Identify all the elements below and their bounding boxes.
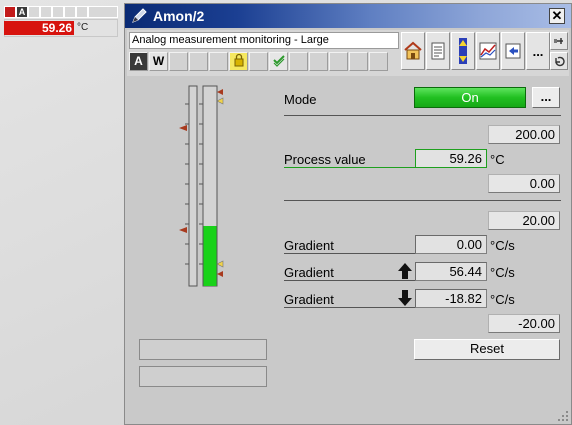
title-bar[interactable]: Amon/2 ✕ (125, 4, 571, 28)
mode-more-button[interactable]: ... (532, 87, 560, 108)
more-label: ... (532, 43, 544, 59)
window-title: Amon/2 (153, 8, 205, 24)
status-cell (52, 6, 64, 18)
process-low-limit-field[interactable]: 0.00 (488, 174, 560, 193)
gradient-down-unit: °C/s (490, 292, 515, 307)
document-icon (431, 42, 445, 60)
process-value-underline (284, 167, 416, 168)
gradient-unit: °C/s (490, 238, 515, 253)
more-views-button[interactable]: ... (526, 32, 550, 70)
gradient-lower-limit-field[interactable]: -20.00 (488, 314, 560, 333)
gradient-up-unit: °C/s (490, 265, 515, 280)
empty-status-box (139, 366, 267, 387)
mini-unit: °C (77, 22, 89, 33)
checkmark-icon (269, 52, 288, 71)
faceplate-link-button[interactable] (501, 32, 525, 70)
trend-view-button[interactable] (476, 32, 500, 70)
auto-status-badge: A (129, 52, 148, 71)
restore-button[interactable] (550, 52, 568, 70)
status-slot (289, 52, 308, 71)
home-icon (404, 41, 422, 60)
gradient-upper-limit-field[interactable]: 20.00 (488, 211, 560, 230)
gradient-high-marker (179, 125, 187, 131)
gradient-label: Gradient (284, 238, 334, 253)
gradient-low-marker (179, 227, 187, 233)
status-cell (76, 6, 88, 18)
arrow-down-icon (398, 290, 412, 306)
status-slot (309, 52, 328, 71)
w-status-badge: W (149, 52, 168, 71)
close-button[interactable]: ✕ (549, 8, 565, 24)
lock-icon (229, 52, 248, 71)
status-slot (189, 52, 208, 71)
mode-on-button[interactable]: On (414, 87, 526, 108)
undo-icon (555, 56, 565, 67)
status-cell (40, 6, 52, 18)
process-low-alarm-marker (217, 271, 223, 277)
description-field: Analog measurement monitoring - Large (129, 32, 399, 49)
process-high-limit-field[interactable]: 200.00 (488, 125, 560, 144)
status-cell (28, 6, 40, 18)
gradient-down-value-field: -18.82 (415, 289, 487, 308)
gradient-up-label: Gradient (284, 265, 334, 280)
resize-grip-icon[interactable] (555, 408, 569, 422)
mode-label: Mode (284, 92, 317, 107)
faceplate-window: Amon/2 ✕ Analog measurement monitoring -… (124, 3, 572, 425)
limit-markers (179, 89, 224, 277)
pin-button[interactable] (550, 32, 568, 50)
limits-icon (459, 38, 467, 64)
home-view-button[interactable] (401, 32, 425, 70)
process-value-unit: °C (490, 152, 505, 167)
gradient-value-field: 0.00 (415, 235, 487, 254)
status-slot (349, 52, 368, 71)
trend-icon (479, 42, 497, 60)
status-slot (369, 52, 388, 71)
divider (284, 200, 561, 201)
pin-icon (554, 38, 563, 44)
divider (284, 115, 561, 116)
parameter-view-button[interactable] (426, 32, 450, 70)
process-value-field: 59.26 (415, 149, 487, 168)
process-high-warning-marker (216, 97, 224, 105)
status-slot (249, 52, 268, 71)
navigate-left-icon (505, 43, 521, 59)
status-cell (88, 6, 118, 18)
pen-icon (132, 8, 147, 23)
divider (284, 253, 416, 254)
limits-view-button[interactable] (451, 32, 475, 70)
gradient-down-label: Gradient (284, 292, 334, 307)
auto-mode-badge: A (16, 6, 28, 18)
divider (284, 307, 416, 308)
process-high-alarm-marker (217, 89, 223, 95)
status-slot (169, 52, 188, 71)
mini-process-value: 59.26 (4, 21, 74, 35)
alarm-indicator (4, 6, 16, 18)
process-low-warning-marker (216, 260, 224, 268)
status-cell (64, 6, 76, 18)
mini-faceplate[interactable]: A 59.26 °C (4, 6, 118, 37)
status-slot (209, 52, 228, 71)
toolbar: Analog measurement monitoring - Large A … (127, 30, 569, 76)
status-slot (329, 52, 348, 71)
process-value-label: Process value (284, 152, 366, 167)
status-bar: A W (129, 52, 389, 71)
faceplate-content: Mode On ... 200.00 Process value 59.26 °… (125, 78, 571, 424)
reset-button[interactable]: Reset (414, 339, 560, 360)
divider (284, 280, 416, 281)
arrow-up-icon (398, 263, 412, 279)
empty-status-box (139, 339, 267, 360)
gradient-up-value-field: 56.44 (415, 262, 487, 281)
